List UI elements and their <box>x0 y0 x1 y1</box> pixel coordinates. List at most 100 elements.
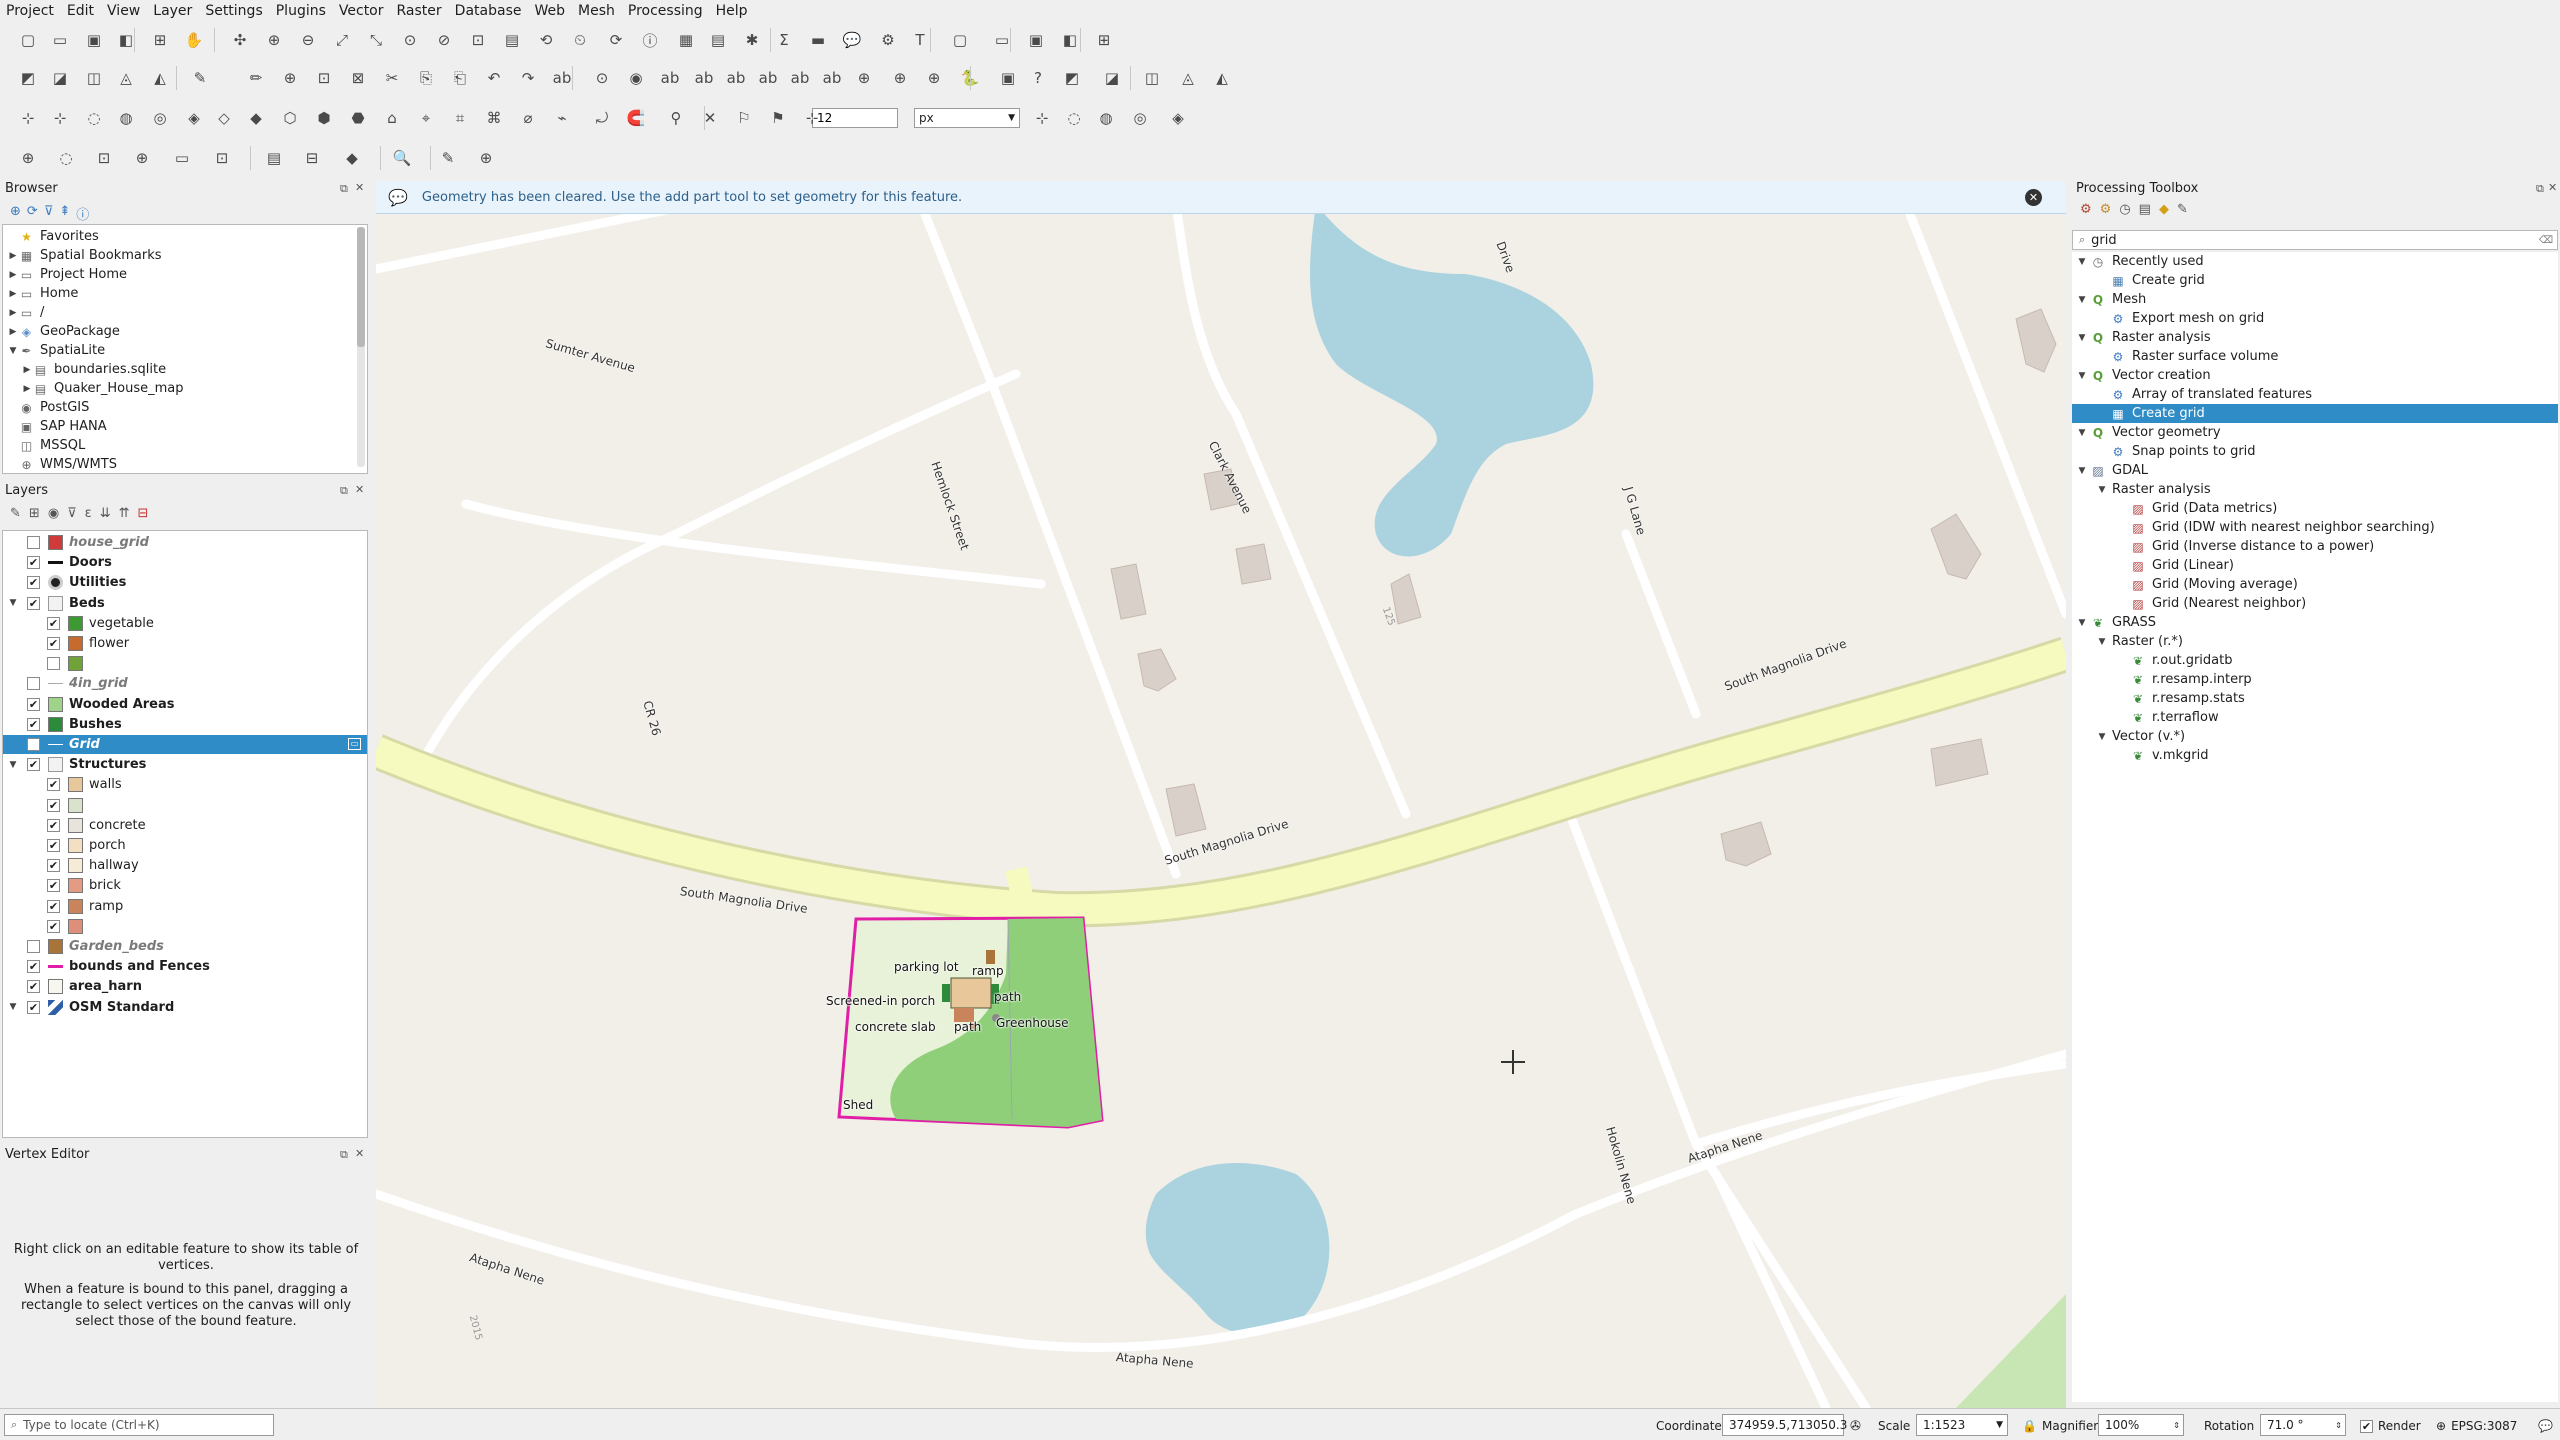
chevron-down-icon[interactable]: ▼ <box>2096 732 2108 742</box>
pin-label-icon[interactable]: ab <box>658 66 682 90</box>
select-value-icon[interactable]: ◌ <box>54 146 78 170</box>
browser-item[interactable]: ▶ ▭ Project Home <box>7 265 127 284</box>
style-manager-icon[interactable]: ✋ <box>182 28 206 52</box>
layer-row[interactable]: ✔ vegetable <box>3 614 367 633</box>
toolbox-algorithm[interactable]: ❦ r.out.gridatb <box>2072 651 2558 670</box>
select-icon[interactable]: ⊕ <box>474 146 498 170</box>
chevron-right-icon[interactable]: ▶ <box>21 365 33 375</box>
shape-icon[interactable]: ◈ <box>182 106 206 130</box>
select-expression-icon[interactable]: ⊕ <box>130 146 154 170</box>
layer-visibility-checkbox[interactable] <box>47 657 60 671</box>
toolbox-search[interactable]: ⌕ grid ⌫ <box>2072 230 2558 250</box>
edit-features-icon[interactable]: ◆ <box>2159 202 2169 217</box>
deselect-icon[interactable]: ⊡ <box>92 146 116 170</box>
layer-row[interactable]: ✔ Wooded Areas <box>3 695 367 714</box>
layer-row[interactable] <box>3 654 367 673</box>
menu-database[interactable]: Database <box>455 3 522 19</box>
redo-icon[interactable]: ab <box>550 66 574 90</box>
map-tips-icon[interactable]: ▢ <box>948 28 972 52</box>
digitize-icon[interactable]: ⊹ <box>800 106 824 130</box>
layer-visibility-checkbox[interactable] <box>27 738 40 751</box>
diagram-icon[interactable]: ◉ <box>624 66 648 90</box>
search-icon[interactable]: 🔍 <box>390 146 414 170</box>
eye-icon[interactable]: ◉ <box>48 506 59 521</box>
layer-row[interactable]: ✔ Doors <box>3 553 367 572</box>
measure-icon[interactable]: ⚙ <box>876 28 900 52</box>
current-edits-icon[interactable]: ✎ <box>188 66 212 90</box>
layer-row[interactable]: ✔ flower <box>3 634 367 653</box>
copy-icon[interactable]: ⎗ <box>448 66 472 90</box>
toolbox-group[interactable]: ▼ Q Raster analysis <box>2072 328 2558 347</box>
browser-item[interactable]: ◉ PostGIS <box>7 398 89 417</box>
zoom-in-icon[interactable]: ⊖ <box>296 28 320 52</box>
toolbox-algorithm[interactable]: ❦ v.mkgrid <box>2072 746 2558 765</box>
layer-row[interactable]: ✔ brick <box>3 876 367 895</box>
toolbox-group[interactable]: ▼ Raster (r.*) <box>2072 632 2558 651</box>
data-source-icon[interactable]: ◩ <box>16 66 40 90</box>
layer-visibility-checkbox[interactable]: ✔ <box>27 960 40 974</box>
toolbox-group[interactable]: ▼ ▨ GDAL <box>2072 461 2558 480</box>
python-icon[interactable]: ⊕ <box>888 66 912 90</box>
add-raster-icon[interactable]: ◫ <box>82 66 106 90</box>
menu-mesh[interactable]: Mesh <box>578 3 615 19</box>
render-toggle[interactable]: ✔ Render <box>2360 1419 2421 1433</box>
layer-row[interactable]: Garden_beds <box>3 937 367 956</box>
select-icon[interactable]: ⊕ <box>16 146 40 170</box>
browser-item[interactable]: ▣ SAP HANA <box>7 417 107 436</box>
snap-icon[interactable]: ✕ <box>698 106 722 130</box>
menu-project[interactable]: Project <box>6 3 54 19</box>
layer-row[interactable]: 4in_grid <box>3 674 367 693</box>
menu-web[interactable]: Web <box>534 3 565 19</box>
menu-plugins[interactable]: Plugins <box>276 3 326 19</box>
current-edits-icon[interactable]: ◬ <box>1176 66 1200 90</box>
toolbox-algorithm[interactable]: ▨ Grid (Moving average) <box>2072 575 2558 594</box>
add-csv-icon[interactable]: ◭ <box>148 66 172 90</box>
edit-attr-icon[interactable]: ✎ <box>436 146 460 170</box>
layer-visibility-checkbox[interactable]: ✔ <box>47 879 60 893</box>
collapse-all-icon[interactable]: ⇈ <box>119 506 130 521</box>
chevron-down-icon[interactable]: ▼ <box>7 1002 19 1012</box>
filter-icon[interactable]: ⊽ <box>67 506 77 521</box>
pan-icon[interactable]: ✣ <box>228 28 252 52</box>
float-icon[interactable]: ⧉ <box>340 1148 348 1162</box>
annotation-icon[interactable]: T <box>908 28 932 52</box>
chevron-down-icon[interactable]: ▼ <box>2076 257 2088 267</box>
toolbox-algorithm[interactable]: ⚙ Raster surface volume <box>2072 347 2558 366</box>
rectangle-icon[interactable]: ◍ <box>1094 106 1118 130</box>
browser-item[interactable]: ◫ MSSQL <box>7 436 85 455</box>
deselect-all-icon[interactable]: ⊟ <box>300 146 324 170</box>
rotate-icon[interactable]: 🧲 <box>624 106 648 130</box>
add-group-icon[interactable]: ⊞ <box>29 506 40 521</box>
models-icon[interactable]: ⚙ <box>2080 202 2092 217</box>
zoom-last-icon[interactable]: ▤ <box>500 28 524 52</box>
chevron-down-icon[interactable]: ▼ <box>2096 485 2108 495</box>
toolbox-algorithm[interactable]: ▨ Grid (Data metrics) <box>2072 499 2558 518</box>
layer-row[interactable]: ✔ <box>3 917 367 936</box>
layer-row[interactable]: ✔ area_harn <box>3 977 367 996</box>
filter-expression-icon[interactable]: ε <box>85 506 92 521</box>
zoom-next-icon[interactable]: ⟲ <box>534 28 558 52</box>
vertex-tool-icon[interactable]: ⊠ <box>346 66 370 90</box>
crs-button[interactable]: ⊕ EPSG:3087 <box>2436 1419 2517 1433</box>
layer-visibility-checkbox[interactable]: ✔ <box>27 758 40 772</box>
paste-icon[interactable]: ↶ <box>482 66 506 90</box>
toolbox-algorithm[interactable]: ▦ Create grid <box>2072 271 2558 290</box>
chevron-right-icon[interactable]: ▶ <box>7 308 19 318</box>
data-source-icon[interactable]: ▣ <box>996 66 1020 90</box>
float-icon[interactable]: ⧉ <box>340 182 348 196</box>
messages-icon[interactable]: 💬 <box>2538 1419 2553 1433</box>
new-project-icon[interactable]: ▣ <box>1024 28 1048 52</box>
toolbox-algorithm[interactable]: ❦ r.resamp.stats <box>2072 689 2558 708</box>
toolbox-algorithm[interactable]: ⚙ Export mesh on grid <box>2072 309 2558 328</box>
menu-processing[interactable]: Processing <box>628 3 703 19</box>
toolbox-algorithm[interactable]: ❦ r.resamp.interp <box>2072 670 2558 689</box>
undo-icon[interactable]: ↷ <box>516 66 540 90</box>
zoom-native-icon[interactable]: ⊡ <box>466 28 490 52</box>
magnifier-field[interactable]: 100% ⇕ <box>2098 1414 2184 1436</box>
toolbox-algorithm[interactable]: ❦ r.terraflow <box>2072 708 2558 727</box>
browser-item[interactable]: ▶ ▦ Spatial Bookmarks <box>7 246 162 265</box>
circle-icon[interactable]: ⊹ <box>1030 106 1054 130</box>
lock-icon[interactable]: 🔒 <box>2022 1419 2037 1433</box>
chevron-right-icon[interactable]: ▶ <box>7 270 19 280</box>
zoom-selection-icon[interactable]: ⊙ <box>398 28 422 52</box>
